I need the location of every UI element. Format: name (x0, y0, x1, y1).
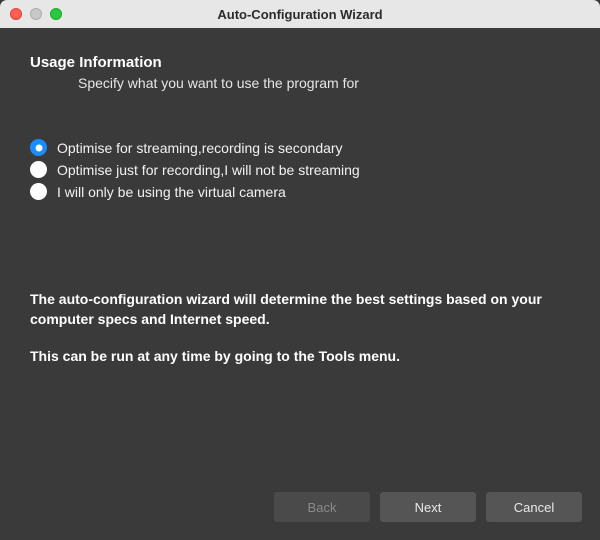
radio-option-recording[interactable]: Optimise just for recording,I will not b… (30, 161, 570, 178)
section-heading: Usage Information (30, 54, 570, 71)
radio-icon (30, 183, 47, 200)
usage-radio-group: Optimise for streaming,recording is seco… (30, 139, 570, 200)
back-button: Back (274, 492, 370, 522)
radio-label: Optimise just for recording,I will not b… (57, 162, 360, 178)
radio-icon (30, 139, 47, 156)
radio-label: I will only be using the virtual camera (57, 184, 286, 200)
radio-option-streaming[interactable]: Optimise for streaming,recording is seco… (30, 139, 570, 156)
button-row: Back Next Cancel (274, 492, 582, 522)
window-title: Auto-Configuration Wizard (0, 7, 600, 22)
titlebar: Auto-Configuration Wizard (0, 0, 600, 28)
close-icon[interactable] (10, 8, 22, 20)
info-text: The auto-configuration wizard will deter… (30, 290, 570, 367)
traffic-lights (0, 8, 62, 20)
info-paragraph-1: The auto-configuration wizard will deter… (30, 290, 570, 329)
section-subheading: Specify what you want to use the program… (78, 75, 570, 91)
wizard-content: Usage Information Specify what you want … (0, 28, 600, 367)
cancel-button[interactable]: Cancel (486, 492, 582, 522)
maximize-icon[interactable] (50, 8, 62, 20)
radio-icon (30, 161, 47, 178)
minimize-icon (30, 8, 42, 20)
next-button[interactable]: Next (380, 492, 476, 522)
info-paragraph-2: This can be run at any time by going to … (30, 347, 570, 367)
radio-option-virtual-camera[interactable]: I will only be using the virtual camera (30, 183, 570, 200)
radio-label: Optimise for streaming,recording is seco… (57, 140, 343, 156)
